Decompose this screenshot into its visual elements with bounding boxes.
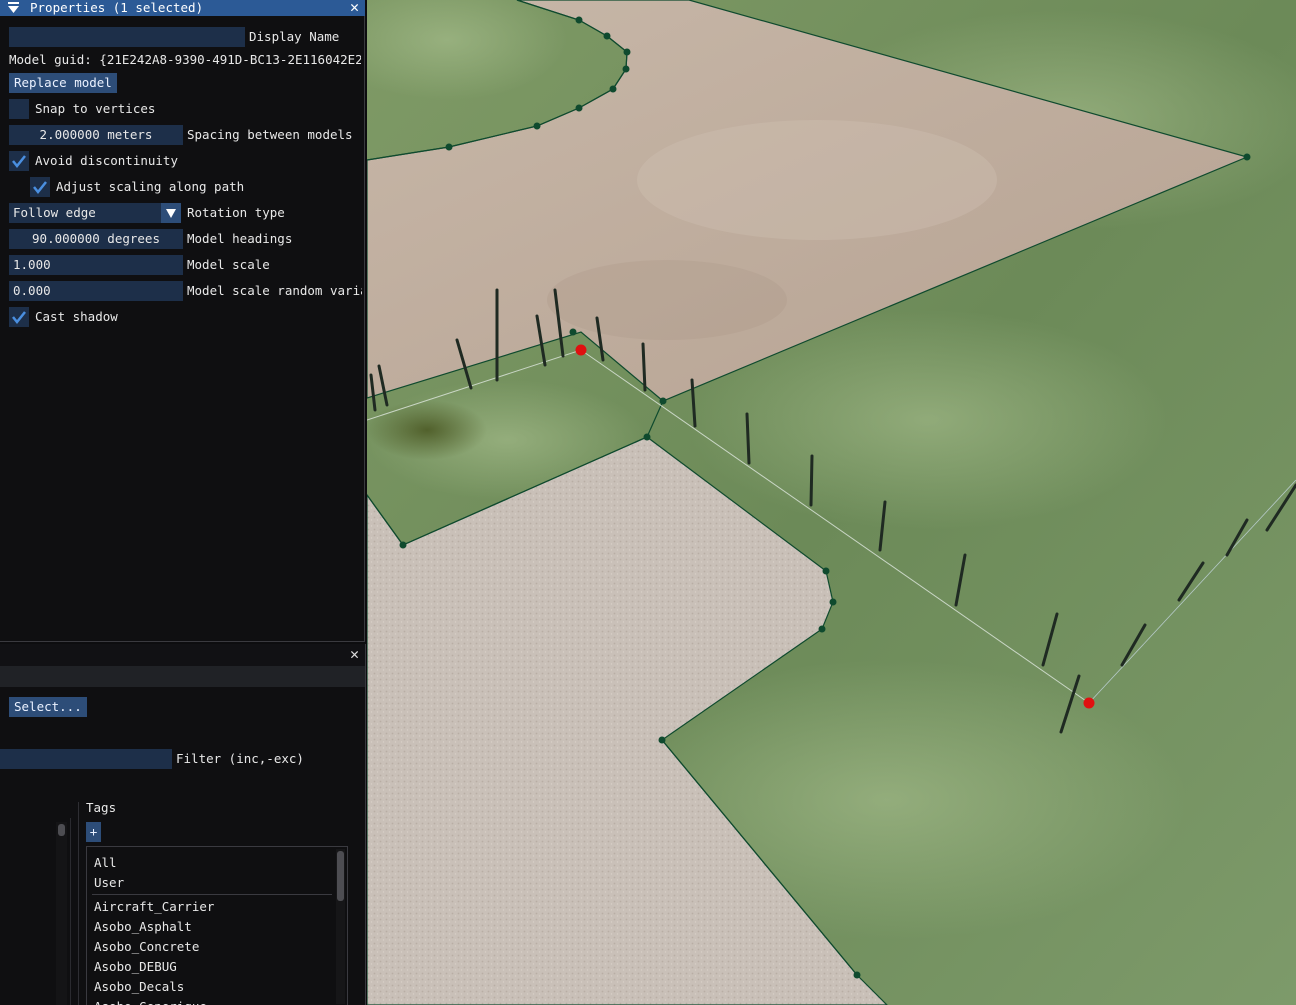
- scene-canvas[interactable]: [367, 0, 1296, 1005]
- spacing-label: Spacing between models: [187, 127, 353, 142]
- display-name-label: Display Name: [249, 29, 340, 44]
- model-headings-input[interactable]: 90.000000 degrees: [9, 229, 183, 249]
- filter-label: Filter (inc,-exc): [176, 751, 304, 766]
- replace-model-button[interactable]: Replace model: [9, 73, 117, 93]
- model-scale-random-input[interactable]: 0.000: [9, 281, 183, 301]
- properties-title-bar[interactable]: Properties (1 selected) ✕: [0, 0, 365, 16]
- library-panel: ✕ Select... Filter (inc,-exc) Tags + All…: [0, 644, 366, 1005]
- model-list-scrollbar[interactable]: [56, 822, 67, 1005]
- check-icon: [12, 155, 26, 169]
- library-panel-header[interactable]: ✕: [0, 644, 365, 667]
- model-headings-label: Model headings: [187, 231, 293, 246]
- tag-item[interactable]: Asobo_Decals: [94, 977, 184, 997]
- snap-to-vertices-checkbox[interactable]: [9, 99, 29, 119]
- select-button[interactable]: Select...: [9, 697, 87, 717]
- model-guid-text: Model guid: {21E242A8-9390-491D-BC13-2E1…: [9, 52, 361, 67]
- avoid-discontinuity-checkbox[interactable]: [9, 151, 29, 171]
- add-tag-button[interactable]: +: [86, 822, 101, 842]
- model-scale-random-label: Model scale random varia: [187, 283, 362, 298]
- tags-heading: Tags: [86, 800, 117, 815]
- viewport-3d[interactable]: [367, 0, 1296, 1005]
- spacing-input[interactable]: 2.000000 meters: [9, 125, 183, 145]
- tag-item[interactable]: Asobo_Generique: [94, 997, 207, 1005]
- library-toolbar: [0, 666, 365, 687]
- properties-title: Properties (1 selected): [30, 0, 204, 15]
- close-icon[interactable]: ✕: [350, 647, 359, 662]
- tag-item[interactable]: Asobo_Asphalt: [94, 917, 192, 937]
- chevron-down-icon[interactable]: [161, 203, 181, 223]
- tags-scrollbar[interactable]: [336, 849, 345, 1004]
- check-icon: [12, 311, 26, 325]
- tags-divider: [92, 894, 332, 895]
- model-list[interactable]: [0, 818, 71, 1005]
- avoid-discontinuity-label: Avoid discontinuity: [35, 153, 178, 168]
- filter-input[interactable]: [0, 749, 172, 769]
- tag-item[interactable]: Asobo_DEBUG: [94, 957, 177, 977]
- cast-shadow-label: Cast shadow: [35, 309, 118, 324]
- model-scale-label: Model scale: [187, 257, 270, 272]
- model-scale-input[interactable]: 1.000: [9, 255, 183, 275]
- snap-to-vertices-label: Snap to vertices: [35, 101, 156, 116]
- check-icon: [33, 181, 47, 195]
- tag-item[interactable]: Asobo_Concrete: [94, 937, 199, 957]
- display-name-input[interactable]: [9, 27, 245, 47]
- tag-item-all[interactable]: All: [94, 853, 117, 873]
- tag-item-user[interactable]: User: [94, 873, 124, 893]
- cast-shadow-checkbox[interactable]: [9, 307, 29, 327]
- adjust-scaling-checkbox[interactable]: [30, 177, 50, 197]
- tags-list[interactable]: All User Aircraft_Carrier Asobo_Asphalt …: [86, 846, 348, 1005]
- adjust-scaling-label: Adjust scaling along path: [56, 179, 245, 194]
- rotation-type-select[interactable]: Follow edge: [9, 203, 161, 223]
- properties-panel: Properties (1 selected) ✕ Display Name M…: [0, 0, 365, 642]
- close-icon[interactable]: ✕: [350, 0, 359, 15]
- tag-item[interactable]: Aircraft_Carrier: [94, 897, 214, 917]
- rotation-type-label: Rotation type: [187, 205, 285, 220]
- collapse-triangle-icon[interactable]: [8, 1, 20, 15]
